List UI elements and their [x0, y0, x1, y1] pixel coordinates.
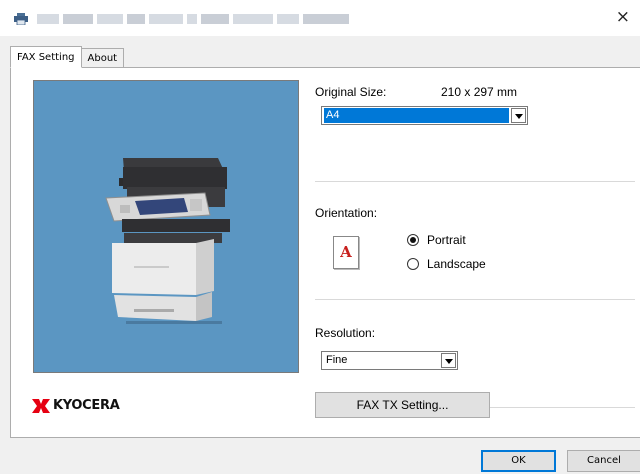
- printer-icon: [14, 13, 28, 25]
- original-size-label: Original Size:: [315, 85, 387, 99]
- tab-fax-setting[interactable]: FAX Setting: [10, 46, 82, 68]
- tab-strip: FAX Setting About: [10, 46, 125, 68]
- window-title-redacted: [37, 14, 349, 24]
- original-size-dimensions: 210 x 297 mm: [441, 85, 518, 99]
- ok-button[interactable]: OK: [481, 450, 556, 472]
- fax-setting-panel: KYOCERA Original Size: 210 x 297 mm A4 O…: [10, 67, 640, 438]
- separator: [315, 299, 635, 300]
- landscape-label[interactable]: Landscape: [427, 257, 486, 271]
- dialog-body: FAX Setting About KYOCERA Original Size:…: [0, 36, 640, 474]
- orientation-letter: A: [340, 243, 352, 261]
- orientation-label: Orientation:: [315, 206, 378, 220]
- landscape-radio[interactable]: [407, 258, 419, 270]
- resolution-select[interactable]: Fine: [321, 351, 458, 370]
- cancel-button[interactable]: Cancel: [567, 450, 640, 472]
- portrait-label[interactable]: Portrait: [427, 233, 466, 247]
- chevron-down-icon[interactable]: [511, 108, 526, 123]
- brand-name: KYOCERA: [53, 398, 120, 413]
- fax-tx-setting-button[interactable]: FAX TX Setting...: [315, 392, 490, 418]
- tab-about[interactable]: About: [81, 48, 125, 68]
- kyocera-logo: KYOCERA: [32, 398, 120, 413]
- original-size-select[interactable]: A4: [321, 106, 528, 125]
- separator: [315, 181, 635, 182]
- resolution-label: Resolution:: [315, 326, 376, 340]
- title-bar: ×: [0, 0, 640, 36]
- close-button[interactable]: ×: [616, 9, 630, 26]
- kyocera-emblem-icon: [32, 398, 50, 413]
- resolution-value: Fine: [326, 354, 348, 366]
- portrait-page-icon: A: [333, 236, 359, 269]
- portrait-radio[interactable]: [407, 234, 419, 246]
- printer-preview: [33, 80, 299, 373]
- chevron-down-icon[interactable]: [441, 353, 456, 368]
- original-size-value: A4: [324, 108, 509, 123]
- mfp-printer-image: [105, 158, 230, 324]
